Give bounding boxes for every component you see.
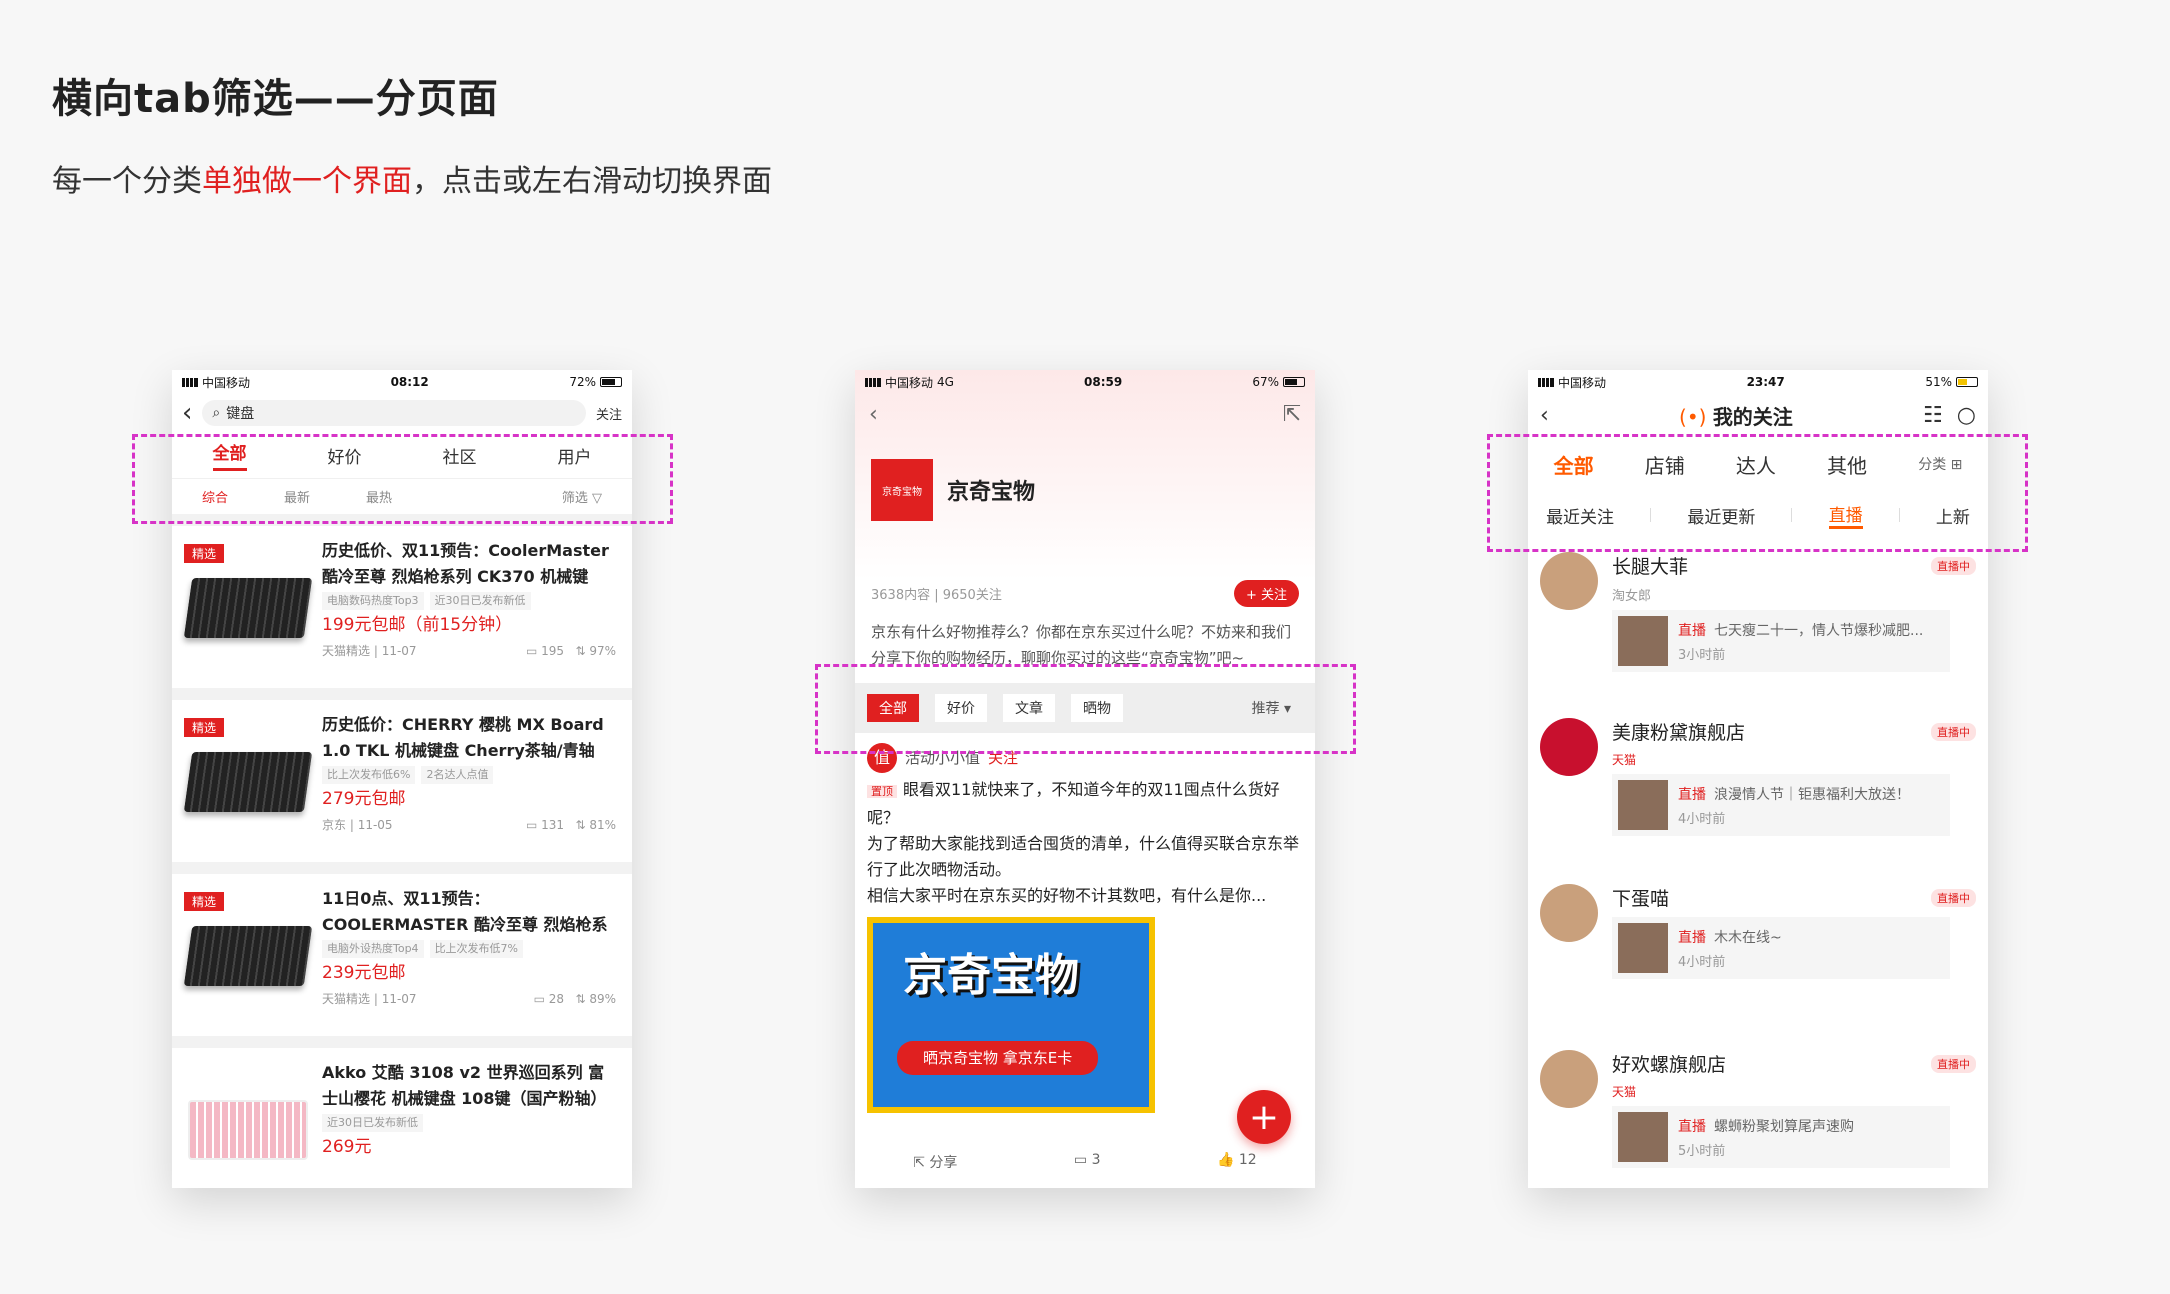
live-icon: (•) [1679,404,1707,429]
featured-tag: 精选 [184,892,225,911]
chip: 电脑数码热度Top3 [322,592,424,610]
chip: 2名达人点值 [421,766,494,784]
post-banner: 京奇宝物 晒京奇宝物 拿京东E卡 [867,917,1155,1113]
highlight-box-tabs-3 [1487,434,2028,552]
product-image [188,1100,308,1160]
list-item[interactable]: Akko 艾酷 3108 v2 世界巡回系列 富士山樱花 机械键盘 108键（国… [172,1048,632,1188]
search-icon[interactable]: ○ [1957,403,1976,428]
list-item[interactable]: 下蛋喵 直播中 直播 木木在线~ 4小时前 [1528,870,1988,1036]
grid-icon[interactable]: ☷ [1923,403,1943,428]
post-card[interactable]: 值活动小小值 关注 置顶 眼看双11就快来了，不知道今年的双11囤点什么货好呢？ 为… [855,733,1315,1123]
price: 279元包邮 [322,789,406,809]
featured-tag: 精选 [184,718,225,737]
list-item[interactable]: 长腿大菲 直播中 淘女郎 直播 七天瘦二十一，情人节爆秒减肥... 3小时前 [1528,538,1988,704]
product-image [183,752,313,812]
phone-shop-page: 中国移动 4G 08:59 67% ‹ ⇱ 京奇宝物 京奇宝物 3638内容 | 965… [855,370,1315,1188]
product-title: Akko 艾酷 3108 v2 世界巡回系列 富士山樱花 机械键盘 108键（国… [322,1063,607,1108]
product-image [183,578,313,638]
shop-logo: 京奇宝物 [871,459,933,521]
product-title: 历史低价、双11预告：CoolerMaster 酷冷至尊 烈焰枪系列 CK370… [322,541,609,586]
list-item[interactable]: 精选 11日0点、双11预告：COOLERMASTER 酷冷至尊 烈焰枪系列 CK… [172,874,632,1048]
share-icon[interactable]: ⇱ [1283,402,1301,427]
avatar [1540,718,1598,776]
chip: 近30日已发布新低 [429,592,531,610]
list-item[interactable]: 美康粉黛旗舰店 直播中 天猫 直播 浪漫情人节｜钜惠福利大放送！ 4小时前 [1528,704,1988,870]
status-bar: 中国移动 23:47 51% [1528,370,1988,394]
avatar [1540,552,1598,610]
search-icon: ⌕ [212,405,221,421]
pinned-badge: 置顶 [867,785,897,798]
live-badge: 直播中 [1931,1054,1976,1073]
product-image [183,926,313,986]
share-button[interactable]: ⇱ 分享 [913,1152,957,1172]
highlight-box-tabs-1 [132,434,673,524]
product-title: 11日0点、双11预告：COOLERMASTER 酷冷至尊 烈焰枪系列 CK37… [322,889,608,934]
chip: 比上次发布低7% [429,940,524,958]
back-icon[interactable]: ‹ [1540,403,1549,428]
chip: 比上次发布低6% [322,766,416,784]
chip: 电脑外设热度Top4 [322,940,424,958]
product-title: 历史低价：CHERRY 樱桃 MX Board 1.0 TKL 机械键盘 Che… [322,715,604,760]
highlight-box-tabs-2 [815,664,1356,754]
page-subtitle: 每一个分类单独做一个界面，点击或左右滑动切换界面 [52,164,772,199]
list-item[interactable]: 精选 历史低价：CHERRY 樱桃 MX Board 1.0 TKL 机械键盘 C… [172,700,632,874]
live-badge: 直播中 [1931,722,1976,741]
page-heading: 横向tab筛选——分页面 [52,76,499,122]
search-input[interactable]: ⌕ 键盘 [202,400,586,426]
status-bar: 中国移动 08:12 72% [172,370,632,394]
shop-name: 京奇宝物 [947,480,1036,505]
page-title: (•) 我的关注 [1679,404,1793,429]
shop-stats: 3638内容 | 9650关注 [871,588,1002,603]
follow-button[interactable]: + 关注 [1233,580,1299,607]
chip: 近30日已发布新低 [322,1114,423,1132]
back-icon[interactable]: ‹ [182,400,192,426]
follow-button[interactable]: 关注 [596,404,622,423]
list-item[interactable]: 精选 历史低价、双11预告：CoolerMaster 酷冷至尊 烈焰枪系列 CK3… [172,526,632,700]
comment-button[interactable]: ▭ 3 [1074,1152,1101,1172]
like-button[interactable]: 👍 12 [1217,1152,1257,1172]
back-icon[interactable]: ‹ [869,402,878,427]
price: 269元 [322,1137,372,1157]
list-item[interactable]: 好欢螺旗舰店 直播中 天猫 直播 螺蛳粉聚划算尾声速购 5小时前 [1528,1036,1988,1188]
live-badge: 直播中 [1931,556,1976,575]
avatar [1540,884,1598,942]
add-fab-button[interactable]: + [1237,1090,1291,1144]
price: 239元包邮 [322,963,406,983]
live-badge: 直播中 [1931,888,1976,907]
featured-tag: 精选 [184,544,225,563]
avatar [1540,1050,1598,1108]
price: 199元包邮（前15分钟） [322,615,513,635]
status-bar: 中国移动 4G 08:59 67% [855,370,1315,394]
